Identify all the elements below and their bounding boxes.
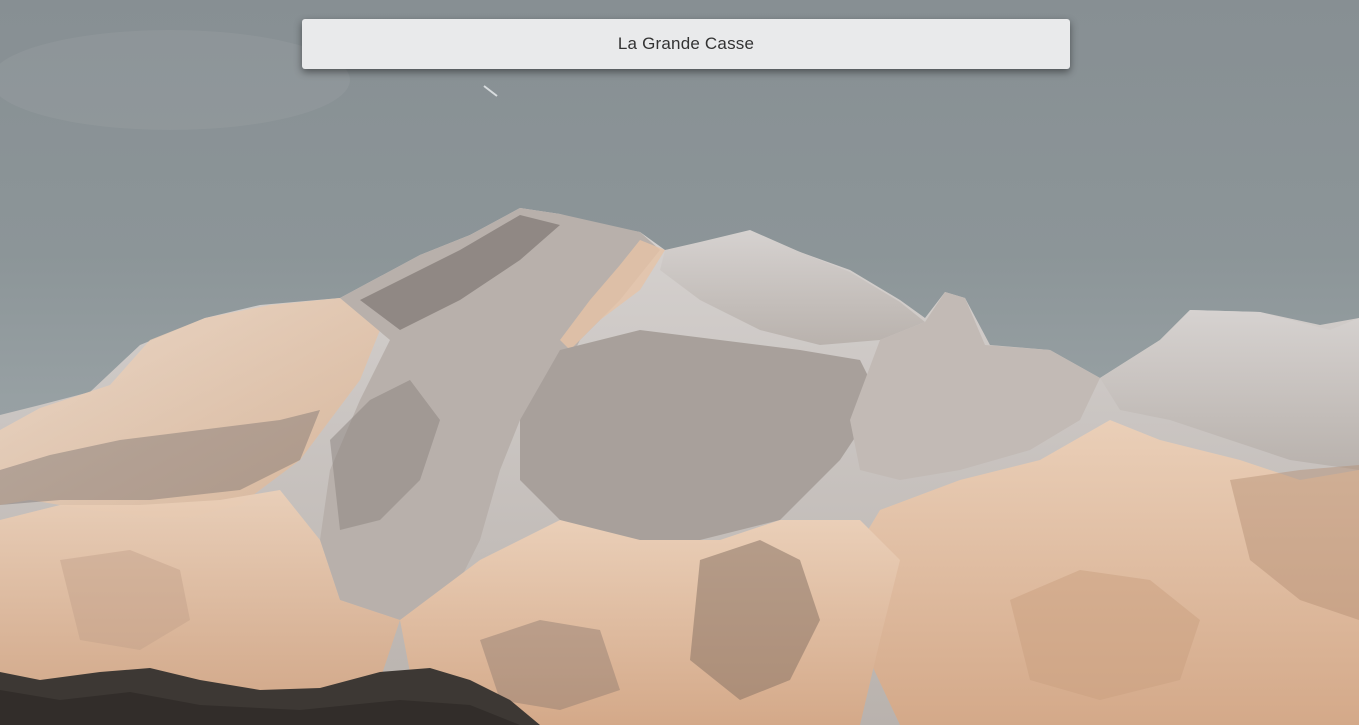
- haze: [0, 30, 350, 130]
- title-bar: La Grande Casse: [302, 19, 1070, 69]
- page-title: La Grande Casse: [617, 34, 755, 53]
- contrail: [483, 85, 498, 97]
- mountain-photo: La Grande Casse: [0, 0, 1359, 725]
- mountain-landscape-image: [0, 30, 1359, 725]
